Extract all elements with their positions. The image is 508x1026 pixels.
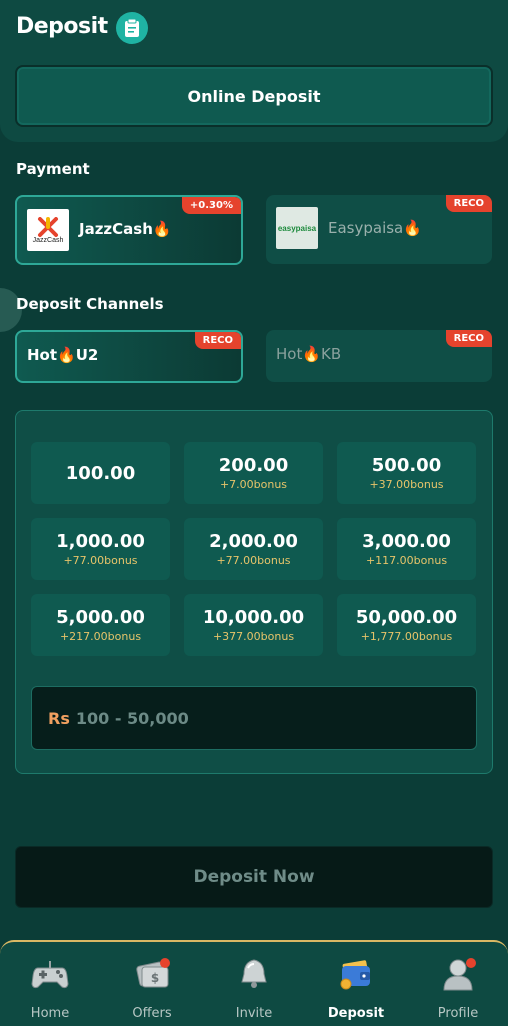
amount-bonus: +377.00bonus	[212, 630, 295, 643]
amount-value: 50,000.00	[355, 607, 458, 628]
amount-bonus: +217.00bonus	[59, 630, 142, 643]
easypaisa-logo: easypaisa	[276, 207, 318, 249]
channel-name: Hot🔥KB	[276, 345, 342, 363]
amount-value: 5,000.00	[56, 607, 145, 628]
notification-dot	[466, 958, 476, 968]
online-deposit-button[interactable]: Online Deposit	[15, 65, 493, 127]
reco-badge: RECO	[445, 195, 492, 212]
amount-value: 100.00	[65, 462, 136, 484]
notification-dot	[160, 958, 170, 968]
nav-home[interactable]: Home	[10, 956, 90, 1022]
reco-badge: RECO	[445, 330, 492, 347]
payment-method-name: JazzCash🔥	[79, 220, 172, 238]
amount-option[interactable]: 2,000.00 +77.00bonus	[184, 518, 323, 580]
gift-card-icon: $	[132, 956, 172, 992]
amount-panel: 100.00 200.00 +7.00bonus 500.00 +37.00bo…	[15, 410, 493, 774]
amount-input[interactable]: Rs 100 - 50,000	[31, 686, 477, 750]
reco-badge: RECO	[194, 332, 241, 349]
amount-bonus: +77.00bonus	[63, 554, 138, 567]
user-icon	[438, 956, 478, 992]
nav-profile[interactable]: Profile	[418, 956, 498, 1022]
amount-option[interactable]: 3,000.00 +117.00bonus	[337, 518, 476, 580]
payment-label: Payment	[16, 160, 90, 178]
amount-option[interactable]: 500.00 +37.00bonus	[337, 442, 476, 504]
gamepad-icon	[30, 956, 70, 992]
top-panel: Deposit Online Deposit	[0, 0, 508, 142]
amount-value: 1,000.00	[56, 531, 145, 552]
page-title: Deposit	[16, 14, 108, 39]
amount-option[interactable]: 5,000.00 +217.00bonus	[31, 594, 170, 656]
nav-label: Home	[30, 1006, 70, 1021]
deposit-channels-label: Deposit Channels	[16, 295, 164, 313]
amount-option[interactable]: 1,000.00 +77.00bonus	[31, 518, 170, 580]
amount-bonus: +77.00bonus	[216, 554, 291, 567]
currency-symbol: Rs	[48, 708, 70, 728]
amount-option[interactable]: 100.00	[31, 442, 170, 504]
amount-option[interactable]: 50,000.00 +1,777.00bonus	[337, 594, 476, 656]
amount-bonus: +37.00bonus	[369, 478, 444, 491]
payment-method-easypaisa[interactable]: easypaisa Easypaisa🔥 RECO	[266, 195, 492, 264]
amount-placeholder: 100 - 50,000	[75, 708, 189, 728]
amount-option[interactable]: 10,000.00 +377.00bonus	[184, 594, 323, 656]
clipboard-icon[interactable]	[116, 12, 148, 44]
payment-method-name: Easypaisa🔥	[328, 219, 422, 237]
nav-label: Invite	[235, 1006, 273, 1021]
jazzcash-logo-mark	[38, 216, 58, 237]
payment-method-jazzcash[interactable]: JazzCash JazzCash🔥 +0.30%	[15, 195, 243, 265]
amount-bonus: +7.00bonus	[219, 478, 288, 491]
nav-offers[interactable]: $ Offers	[112, 956, 192, 1022]
channel-name: Hot🔥U2	[27, 346, 99, 364]
nav-deposit[interactable]: Deposit	[316, 956, 396, 1022]
jazzcash-logo: JazzCash	[27, 209, 69, 251]
amount-option[interactable]: 200.00 +7.00bonus	[184, 442, 323, 504]
nav-label: Deposit	[327, 1006, 385, 1021]
channel-hot-kb[interactable]: Hot🔥KB RECO	[266, 330, 492, 382]
wallet-icon	[336, 956, 376, 992]
jazzcash-logo-text: JazzCash	[32, 236, 64, 244]
bonus-badge: +0.30%	[181, 197, 241, 214]
amount-value: 3,000.00	[362, 531, 451, 552]
amount-value: 2,000.00	[209, 531, 298, 552]
channel-hot-u2[interactable]: Hot🔥U2 RECO	[15, 330, 243, 383]
easypaisa-logo-text: easypaisa	[277, 223, 317, 233]
bell-icon	[234, 956, 274, 992]
amount-bonus: +1,777.00bonus	[360, 630, 453, 643]
amount-value: 10,000.00	[202, 607, 305, 628]
amount-value: 200.00	[218, 455, 289, 476]
amount-bonus: +117.00bonus	[365, 554, 448, 567]
deposit-now-button[interactable]: Deposit Now	[15, 846, 493, 908]
nav-label: Profile	[437, 1006, 479, 1021]
amount-value: 500.00	[371, 455, 442, 476]
nav-label: Offers	[132, 1006, 172, 1021]
nav-invite[interactable]: Invite	[214, 956, 294, 1022]
svg-text:$: $	[151, 971, 159, 985]
bottom-nav: Home $ Offers Invite Deposit Profile	[0, 940, 508, 1026]
